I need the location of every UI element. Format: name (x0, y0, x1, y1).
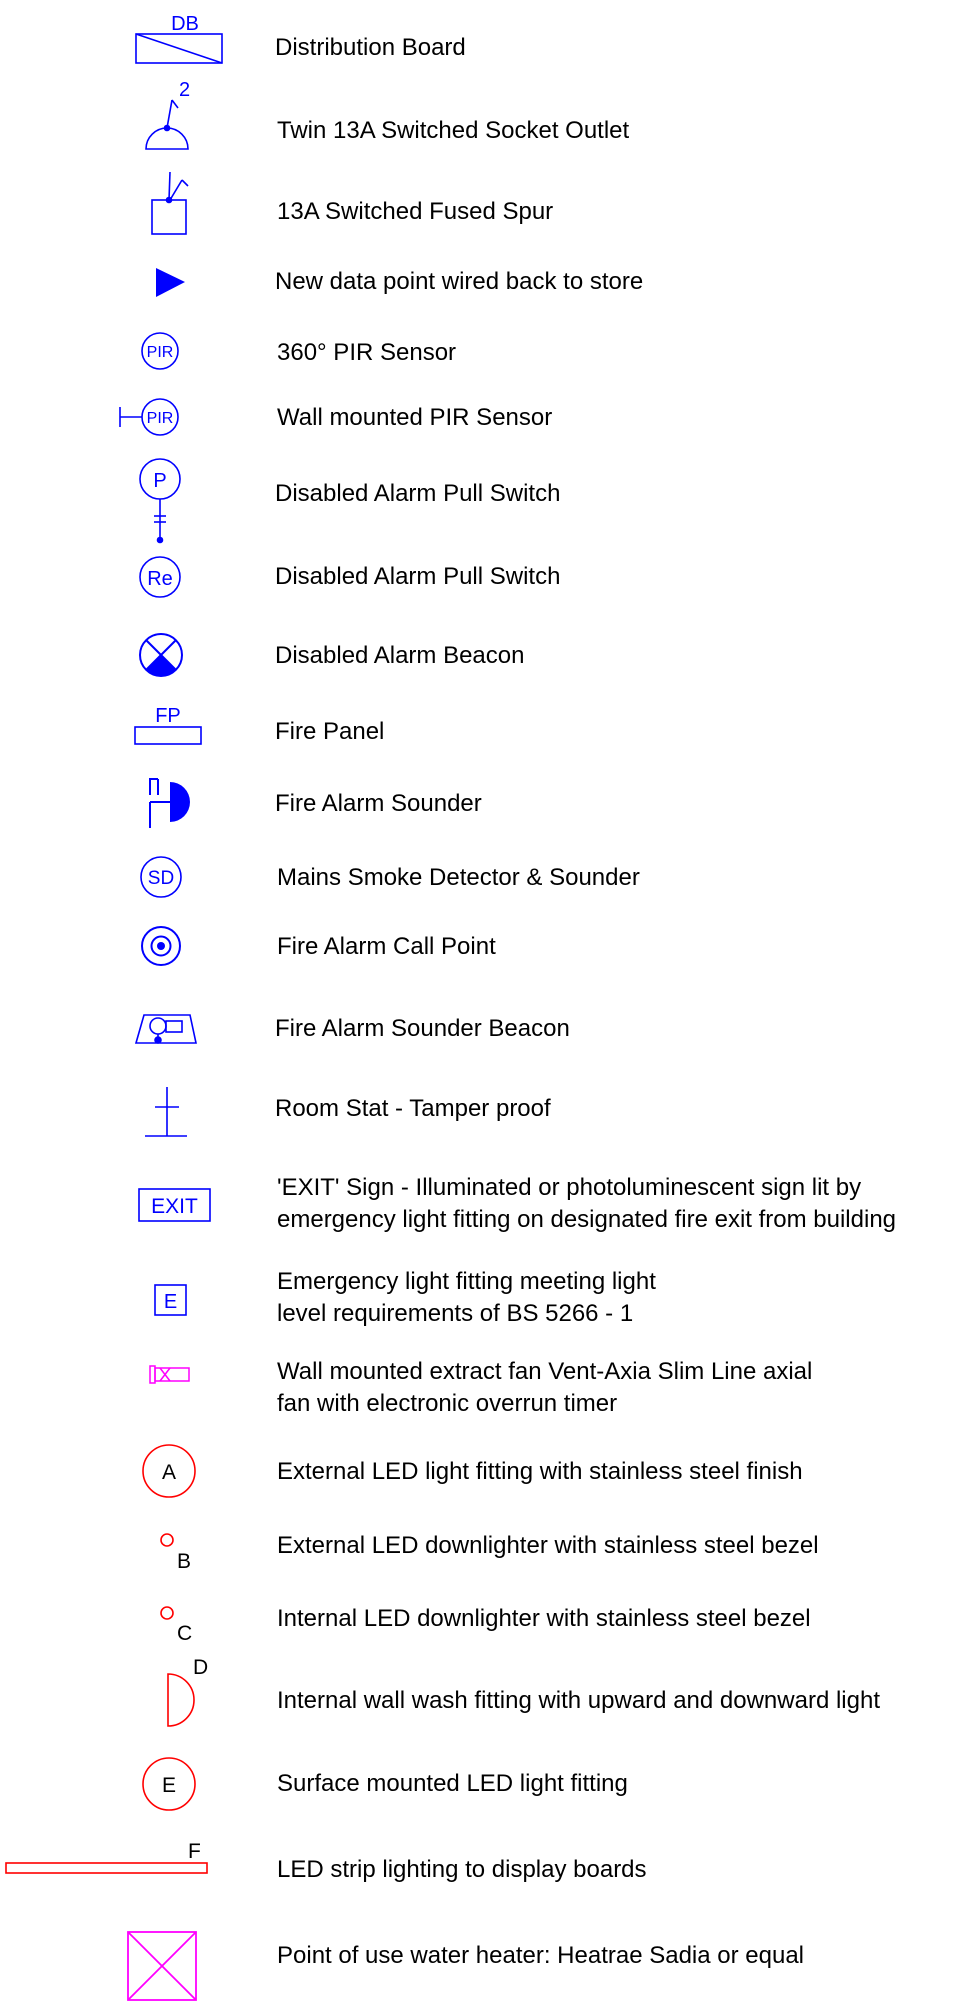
label-alarm-beacon: Disabled Alarm Beacon (275, 642, 525, 669)
exit-sign-icon: EXIT (138, 1188, 211, 1222)
svg-text:EXIT: EXIT (151, 1195, 198, 1218)
svg-text:E: E (164, 1291, 177, 1313)
light-d-icon: D (167, 1656, 208, 1727)
svg-text:PIR: PIR (147, 344, 174, 361)
label-room-stat: Room Stat - Tamper proof (275, 1095, 551, 1122)
svg-text:PIR: PIR (147, 410, 174, 427)
sounder-beacon-icon (134, 1014, 197, 1044)
label-call-point: Fire Alarm Call Point (277, 933, 496, 960)
label-exit-sign-line1: 'EXIT' Sign - Illuminated or photolumine… (277, 1174, 862, 1201)
label-exit-sign-line2: emergency light fitting on designated fi… (277, 1206, 897, 1233)
label-water-heater: Point of use water heater: Heatrae Sadia… (277, 1942, 804, 1969)
label-extract-fan-line2: fan with electronic overrun timer (277, 1390, 618, 1417)
label-emergency-light-line1: Emergency light fitting meeting light (277, 1268, 656, 1295)
label-twin-socket: Twin 13A Switched Socket Outlet (277, 117, 630, 144)
label-smoke-detector: Mains Smoke Detector & Sounder (277, 864, 640, 891)
label-reset-switch: Disabled Alarm Pull Switch (275, 563, 561, 590)
call-point-icon (141, 926, 181, 966)
svg-text:A: A (162, 1461, 176, 1484)
pull-switch-icon: P (139, 458, 181, 544)
fused-spur-icon (151, 171, 189, 235)
light-c-icon: C (160, 1606, 192, 1645)
svg-text:D: D (193, 1656, 208, 1679)
wall-pir-sensor-icon: PIR (119, 398, 179, 436)
light-a-icon: A (142, 1444, 196, 1498)
label-wall-pir-sensor: Wall mounted PIR Sensor (277, 404, 553, 431)
label-fused-spur: 13A Switched Fused Spur (277, 198, 554, 225)
svg-text:DB: DB (171, 13, 199, 35)
svg-text:F: F (188, 1840, 201, 1863)
twin-socket-icon: 2 (145, 79, 190, 150)
svg-text:Re: Re (147, 568, 173, 590)
label-extract-fan: Wall mounted extract fan Vent-Axia Slim … (277, 1356, 812, 1420)
label-light-a: External LED light fitting with stainles… (277, 1458, 803, 1485)
label-extract-fan-line1: Wall mounted extract fan Vent-Axia Slim … (277, 1358, 813, 1385)
label-data-point: New data point wired back to store (275, 268, 644, 295)
svg-text:2: 2 (179, 79, 190, 101)
label-light-b: External LED downlighter with stainless … (277, 1532, 819, 1559)
extract-fan-icon (149, 1365, 190, 1384)
light-b-icon: B (160, 1533, 191, 1573)
label-light-e: Surface mounted LED light fitting (277, 1770, 628, 1797)
label-emergency-light: Emergency light fitting meeting light le… (277, 1266, 656, 1330)
distribution-board-icon: DB (135, 13, 223, 64)
label-pir-sensor: 360° PIR Sensor (277, 339, 457, 366)
label-exit-sign: 'EXIT' Sign - Illuminated or photolumine… (277, 1172, 896, 1236)
svg-text:C: C (177, 1622, 192, 1645)
label-emergency-light-line2: level requirements of BS 5266 - 1 (277, 1300, 634, 1327)
label-light-f: LED strip lighting to display boards (277, 1856, 647, 1883)
smoke-detector-icon: SD (140, 856, 182, 898)
svg-text:FP: FP (155, 705, 181, 727)
emergency-light-icon: E (154, 1284, 187, 1316)
fire-sounder-icon (149, 778, 190, 828)
pir-sensor-icon: PIR (141, 332, 179, 370)
svg-text:SD: SD (148, 868, 174, 889)
label-pull-switch: Disabled Alarm Pull Switch (275, 480, 561, 507)
fire-panel-icon: FP (134, 705, 202, 745)
label-light-d: Internal wall wash fitting with upward a… (277, 1687, 880, 1714)
data-point-icon (156, 268, 185, 297)
svg-text:E: E (162, 1774, 176, 1797)
label-sounder-beacon: Fire Alarm Sounder Beacon (275, 1015, 570, 1042)
reset-switch-icon: Re (139, 556, 181, 598)
svg-text:B: B (177, 1550, 191, 1573)
label-light-c: Internal LED downlighter with stainless … (277, 1605, 811, 1632)
label-fire-sounder: Fire Alarm Sounder (275, 790, 482, 817)
room-stat-icon (145, 1087, 187, 1137)
label-distribution-board: Distribution Board (275, 34, 466, 61)
label-fire-panel: Fire Panel (275, 718, 385, 745)
light-f-icon: F (5, 1840, 208, 1874)
alarm-beacon-icon (139, 633, 183, 677)
water-heater-icon (127, 1931, 197, 2001)
svg-text:P: P (153, 470, 166, 492)
light-e-icon: E (142, 1757, 196, 1811)
